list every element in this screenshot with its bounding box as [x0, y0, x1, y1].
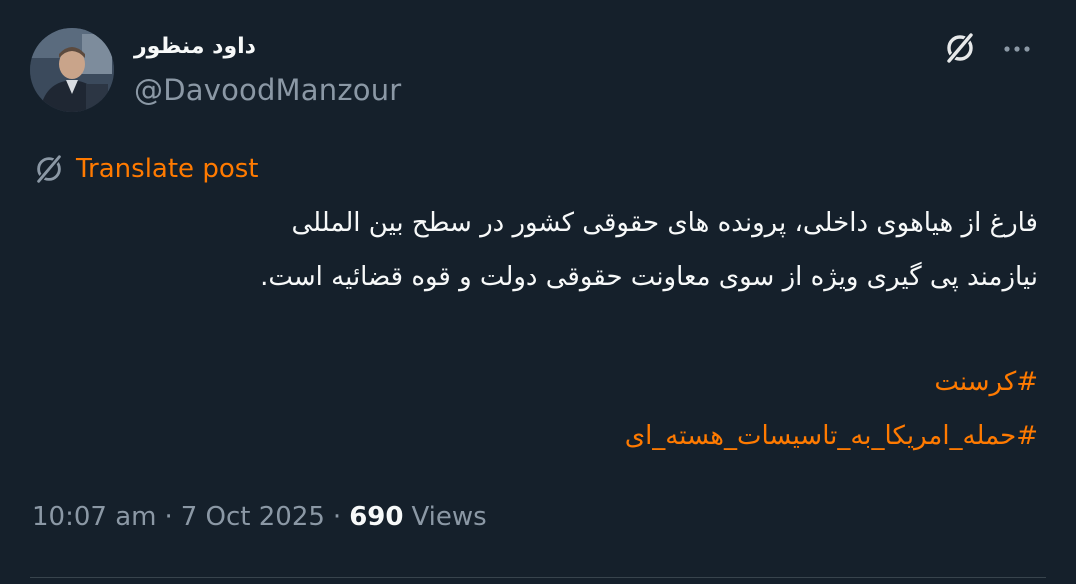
meta-separator: ·	[332, 502, 342, 532]
avatar[interactable]	[30, 28, 114, 112]
author-display-name[interactable]: داود منظور	[134, 34, 256, 59]
views-count[interactable]: 690	[349, 502, 403, 532]
avatar-photo	[30, 28, 114, 112]
more-icon[interactable]	[1000, 32, 1034, 66]
grok-icon	[36, 154, 62, 184]
hashtag-list: #کرسنت #حمله_امریکا_به_تاسیسات_هسته_ای	[38, 355, 1038, 463]
author-handle[interactable]: @DavoodManzour	[134, 73, 401, 107]
hashtag-link[interactable]: #کرسنت	[38, 355, 1038, 409]
views-label: Views	[411, 502, 487, 532]
post-text-line: فارغ از هیاهوی داخلی، پرونده های حقوقی ک…	[291, 208, 1038, 238]
post-time[interactable]: 10:07 am	[32, 502, 156, 532]
translate-post-label: Translate post	[76, 154, 259, 184]
hashtag-link[interactable]: #حمله_امریکا_به_تاسیسات_هسته_ای	[38, 409, 1038, 463]
grok-icon[interactable]	[942, 30, 978, 66]
post-meta: 10:07 am · 7 Oct 2025 · 690 Views	[32, 502, 487, 532]
post-text: فارغ از هیاهوی داخلی، پرونده های حقوقی ک…	[38, 196, 1038, 304]
meta-separator: ·	[164, 502, 173, 532]
divider	[30, 577, 1046, 578]
post-text-line: نیازمند پی گیری ویژه از سوی معاونت حقوقی…	[260, 262, 1038, 292]
post-detail: داود منظور @DavoodManzour Translate post…	[0, 0, 1076, 584]
post-date[interactable]: 7 Oct 2025	[181, 502, 325, 532]
translate-post-button[interactable]: Translate post	[32, 152, 258, 186]
